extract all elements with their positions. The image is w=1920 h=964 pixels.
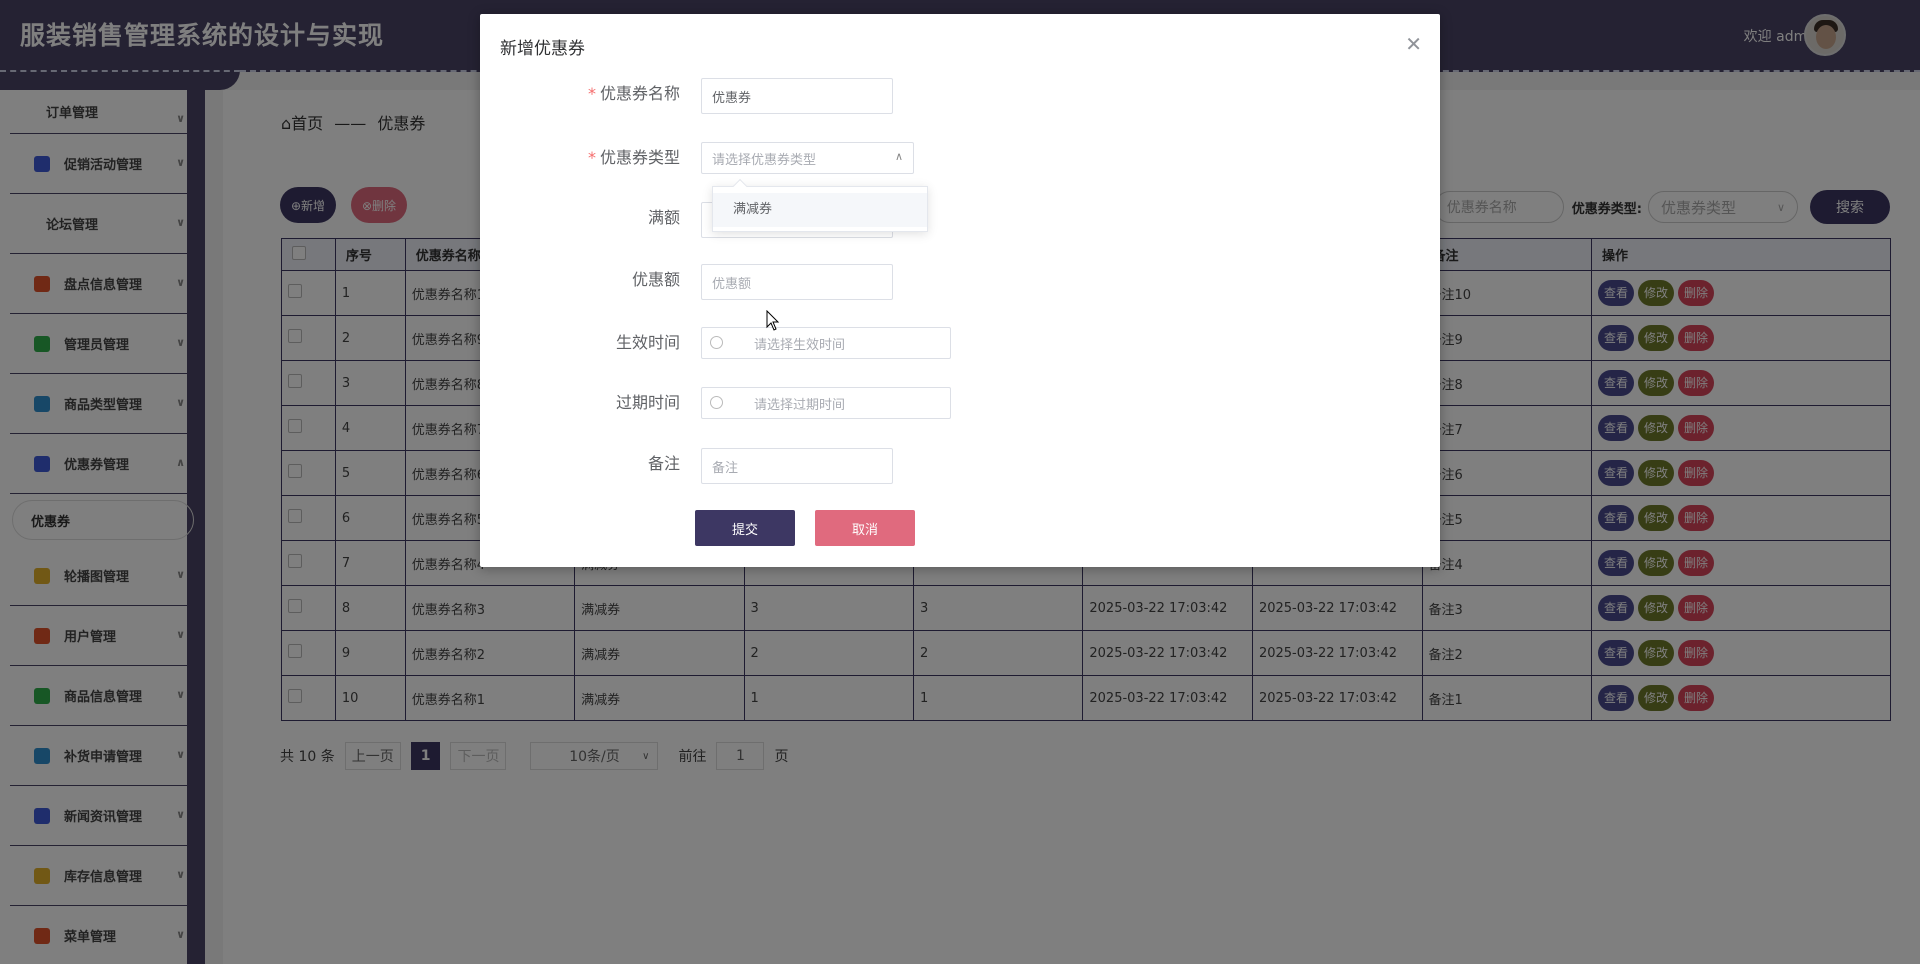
end-time-picker[interactable]: 请选择过期时间 xyxy=(701,387,951,419)
field-row-type: * 优惠券类型 请选择优惠券类型 ∧ xyxy=(480,138,1440,178)
remark-label: 备注 xyxy=(647,454,680,473)
dropdown-option[interactable]: 满减券 xyxy=(713,193,927,227)
coupon-name-input[interactable]: 优惠券 xyxy=(701,78,893,114)
start-time-placeholder: 请选择生效时间 xyxy=(754,337,846,353)
field-row-remark: 备注 备注 xyxy=(480,444,1440,484)
full-amount-label: 满额 xyxy=(647,208,680,227)
field-row-end: 过期时间 请选择过期时间 xyxy=(480,383,1440,423)
coupon-type-select[interactable]: 请选择优惠券类型 ∧ xyxy=(701,142,914,174)
field-row-discount: 优惠额 优惠额 xyxy=(480,260,1440,300)
end-time-placeholder: 请选择过期时间 xyxy=(754,397,846,413)
start-time-picker[interactable]: 请选择生效时间 xyxy=(701,327,951,359)
close-icon[interactable]: ✕ xyxy=(1405,32,1422,56)
coupon-type-dropdown: 满减券 xyxy=(712,178,928,232)
dropdown-arrow xyxy=(732,178,748,194)
remark-input[interactable]: 备注 xyxy=(701,448,893,484)
coupon-type-label-text: 优惠券类型 xyxy=(599,148,680,167)
add-coupon-dialog: 新增优惠券 ✕ * 优惠券名称 优惠券 * 优惠券类型 请选择优惠券类型 ∧ 满额 … xyxy=(480,14,1440,567)
discount-label: 优惠额 xyxy=(631,270,680,289)
dialog-title: 新增优惠券 xyxy=(500,39,585,59)
chevron-up-icon: ∧ xyxy=(894,150,903,163)
submit-button[interactable]: 提交 xyxy=(695,510,795,546)
field-row-name: * 优惠券名称 优惠券 xyxy=(480,74,1440,114)
field-row-full: 满额 xyxy=(480,198,1440,238)
end-time-label: 过期时间 xyxy=(615,393,680,412)
cancel-button[interactable]: 取消 xyxy=(815,510,915,546)
coupon-type-label: * 优惠券类型 xyxy=(587,148,680,167)
start-time-label: 生效时间 xyxy=(615,333,680,352)
coupon-name-label: * 优惠券名称 xyxy=(587,84,680,103)
field-row-start: 生效时间 请选择生效时间 xyxy=(480,323,1440,363)
clock-icon xyxy=(710,336,723,349)
coupon-type-placeholder: 请选择优惠券类型 xyxy=(712,152,817,168)
coupon-name-label-text: 优惠券名称 xyxy=(599,84,680,103)
clock-icon xyxy=(710,396,723,409)
discount-input[interactable]: 优惠额 xyxy=(701,264,893,300)
